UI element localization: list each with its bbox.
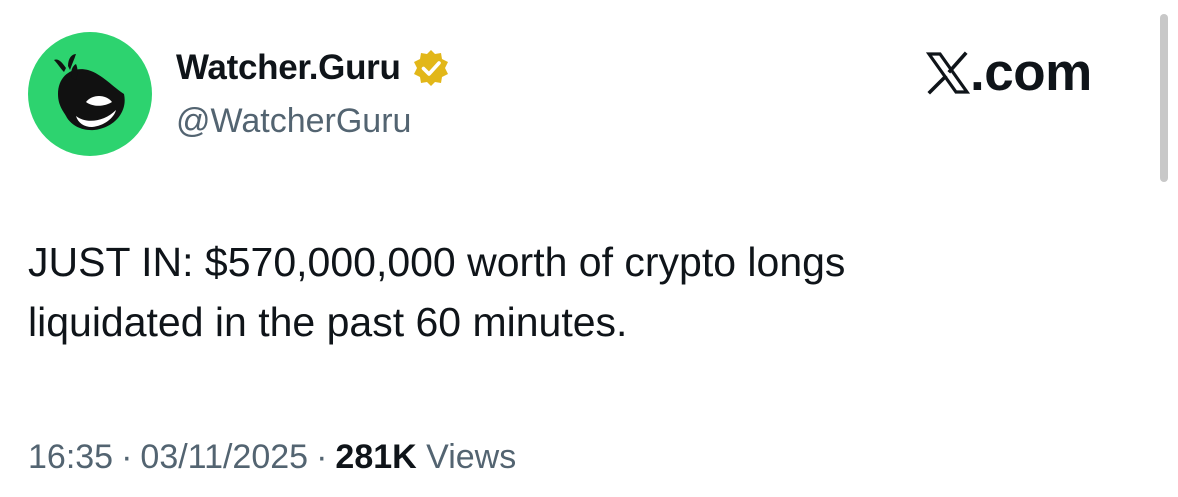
- avatar[interactable]: [28, 32, 152, 156]
- views-label: Views: [426, 438, 517, 476]
- x-logo-icon: [926, 50, 970, 95]
- author-handle[interactable]: @WatcherGuru: [176, 102, 411, 141]
- post-card: Watcher.Guru @WatcherGuru .com JUST IN: …: [0, 0, 1178, 497]
- meta-separator: ·: [121, 438, 133, 476]
- author-display-name[interactable]: Watcher.Guru: [176, 48, 401, 88]
- verified-badge-icon: [411, 48, 451, 88]
- x-com-text: .com: [970, 43, 1092, 102]
- post-text: JUST IN: $570,000,000 worth of crypto lo…: [28, 239, 846, 345]
- post-time[interactable]: 16:35: [28, 438, 113, 476]
- x-com-watermark: .com: [926, 46, 1092, 99]
- post-metadata: 16:35 · 03/11/2025 · 281K Views: [28, 438, 516, 477]
- post-date[interactable]: 03/11/2025: [140, 438, 308, 476]
- author-name-row: Watcher.Guru: [176, 48, 451, 88]
- views-count[interactable]: 281K: [335, 438, 416, 476]
- whale-icon: [54, 54, 125, 131]
- scrollbar[interactable]: [1160, 14, 1168, 182]
- meta-separator: ·: [316, 438, 328, 476]
